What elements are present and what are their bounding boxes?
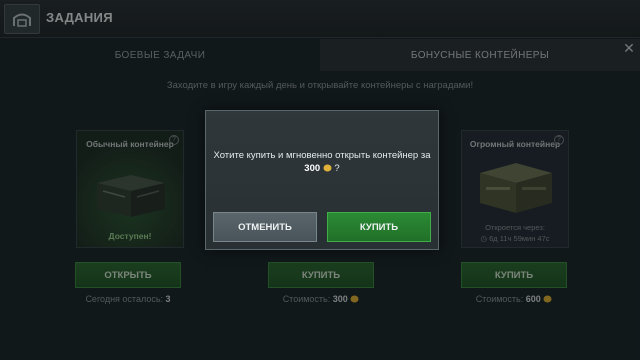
cancel-button[interactable]: ОТМЕНИТЬ (213, 212, 317, 242)
confirm-buy-button[interactable]: КУПИТЬ (327, 212, 431, 242)
purchase-confirm-dialog: Хотите купить и мгновенно открыть контей… (205, 110, 439, 250)
dialog-message-text: Хотите купить и мгновенно открыть контей… (213, 150, 431, 161)
gold-icon (323, 164, 332, 172)
dialog-question-mark: ? (334, 163, 340, 174)
dialog-message: Хотите купить и мгновенно открыть контей… (206, 149, 438, 175)
dialog-price: 300 (304, 163, 321, 174)
